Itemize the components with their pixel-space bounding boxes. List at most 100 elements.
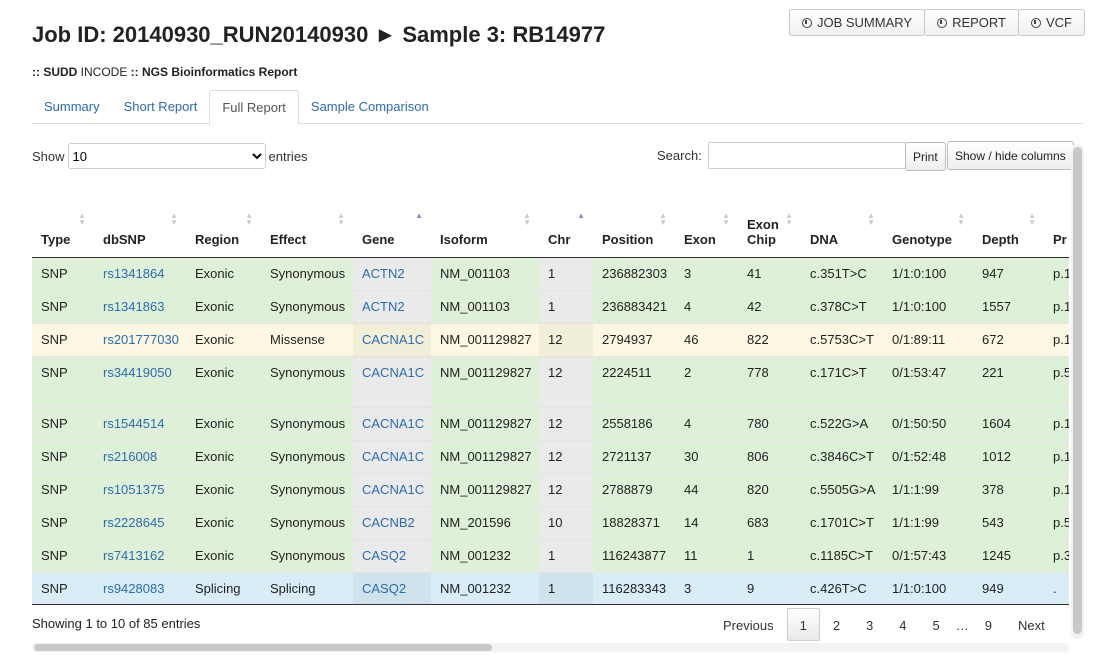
- link-gene[interactable]: CACNA1C: [353, 322, 431, 356]
- vertical-scrollbar-thumb[interactable]: [1073, 147, 1082, 634]
- link-gene[interactable]: CACNA1C: [353, 355, 431, 407]
- print-button[interactable]: Print: [905, 142, 946, 171]
- link-gene[interactable]: CACNB2: [353, 505, 431, 539]
- cell-type: SNP: [32, 439, 94, 473]
- cell-depth: 543: [973, 505, 1044, 539]
- link-gene[interactable]: CASQ2: [353, 571, 431, 604]
- search-label: Search:: [657, 148, 702, 163]
- cell-chr: 12: [539, 472, 593, 506]
- link-dbsnp[interactable]: rs216008: [94, 439, 186, 473]
- cell-chr: 12: [539, 406, 593, 440]
- column-header-genotype[interactable]: Genotype ▲ ▼: [883, 200, 973, 258]
- cell-exon: 4: [675, 406, 738, 440]
- link-dbsnp[interactable]: rs1051375: [94, 472, 186, 506]
- cell-dna: c.378C>T: [801, 289, 883, 323]
- horizontal-scrollbar[interactable]: [32, 643, 1069, 652]
- link-dbsnp[interactable]: rs1341864: [94, 256, 186, 290]
- column-header-effect[interactable]: Effect ▲ ▼: [261, 200, 353, 258]
- column-header-chr[interactable]: Chr ▲: [539, 200, 593, 258]
- next-page-button[interactable]: Next: [1005, 608, 1058, 641]
- cell-genotype: 1/1:0:100: [883, 571, 973, 604]
- link-dbsnp[interactable]: rs1544514: [94, 406, 186, 440]
- cell-depth: 1557: [973, 289, 1044, 323]
- tab-summary[interactable]: Summary: [32, 90, 112, 124]
- show-hide-columns-button[interactable]: Show / hide columns: [947, 141, 1074, 170]
- tab-sample-comparison[interactable]: Sample Comparison: [299, 90, 441, 124]
- column-header-dbsnp[interactable]: dbSNP ▲ ▼: [94, 200, 186, 258]
- link-dbsnp[interactable]: rs7413162: [94, 538, 186, 572]
- cell-depth: 947: [973, 256, 1044, 290]
- link-gene[interactable]: CACNA1C: [353, 406, 431, 440]
- horizontal-scrollbar-thumb[interactable]: [34, 644, 492, 651]
- page-button-2[interactable]: 2: [820, 608, 853, 641]
- cell-type: SNP: [32, 472, 94, 506]
- column-header-region[interactable]: Region ▲ ▼: [186, 200, 261, 258]
- cell-pr: p.1: [1044, 472, 1069, 506]
- vcf-button[interactable]: VCF: [1018, 9, 1085, 36]
- cell-depth: 672: [973, 322, 1044, 356]
- link-dbsnp[interactable]: rs201777030: [94, 322, 186, 356]
- column-header-depth[interactable]: Depth ▲ ▼: [973, 200, 1044, 258]
- column-header-exon-chip[interactable]: Exon Chip ▲ ▼: [738, 200, 801, 258]
- table-row: SNP rs201777030 Exonic Missense CACNA1C NM_00…: [32, 322, 1069, 356]
- subtitle-report-name: :: NGS Bioinformatics Report: [130, 65, 298, 79]
- tab-full-report[interactable]: Full Report: [209, 90, 299, 125]
- column-header-type[interactable]: Type ▲ ▼: [32, 200, 94, 258]
- cell-chr: 12: [539, 322, 593, 356]
- column-header-position[interactable]: Position ▲ ▼: [593, 200, 675, 258]
- page-subtitle: :: SUDD INCODE :: NGS Bioinformatics Rep…: [32, 65, 297, 79]
- link-dbsnp[interactable]: rs34419050: [94, 355, 186, 407]
- link-gene[interactable]: CASQ2: [353, 538, 431, 572]
- cell-region: Exonic: [186, 538, 261, 572]
- link-gene[interactable]: ACTN2: [353, 289, 431, 323]
- sort-both-icon: ▲ ▼: [659, 211, 667, 227]
- cell-dna: c.351T>C: [801, 256, 883, 290]
- previous-page-button[interactable]: Previous: [710, 608, 787, 641]
- column-header-label: Type: [41, 231, 71, 247]
- cell-exon-chip: 780: [738, 406, 801, 440]
- column-header-exon[interactable]: Exon ▲ ▼: [675, 200, 738, 258]
- cell-effect: Synonymous: [261, 355, 353, 407]
- report-button[interactable]: REPORT: [924, 9, 1019, 36]
- tab-short-report[interactable]: Short Report: [112, 90, 210, 124]
- cell-region: Exonic: [186, 322, 261, 356]
- cell-genotype: 1/1:1:99: [883, 472, 973, 506]
- subtitle-incode: INCODE: [77, 65, 131, 79]
- cell-dna: c.5505G>A: [801, 472, 883, 506]
- cell-position: 2794937: [593, 322, 675, 356]
- job-summary-button[interactable]: JOB SUMMARY: [788, 9, 926, 36]
- sort-both-icon: ▲ ▼: [1028, 211, 1036, 227]
- cell-isoform: NM_001129827: [431, 322, 539, 356]
- page-button-1[interactable]: 1: [786, 608, 820, 641]
- link-dbsnp[interactable]: rs2228645: [94, 505, 186, 539]
- page-button-9[interactable]: 9: [972, 608, 1005, 641]
- entries-select[interactable]: 10: [67, 143, 266, 169]
- search-control: Search:: [657, 142, 906, 169]
- link-dbsnp[interactable]: rs9428083: [94, 571, 186, 604]
- download-icon: [937, 17, 948, 28]
- link-gene[interactable]: CACNA1C: [353, 472, 431, 506]
- column-header-isoform[interactable]: Isoform ▲ ▼: [431, 200, 539, 258]
- vertical-scrollbar[interactable]: [1071, 144, 1084, 639]
- link-gene[interactable]: ACTN2: [353, 256, 431, 290]
- cell-depth: 378: [973, 472, 1044, 506]
- cell-pr: p.1:: [1044, 439, 1069, 473]
- link-gene[interactable]: CACNA1C: [353, 439, 431, 473]
- column-header-gene[interactable]: Gene ▲: [353, 200, 431, 258]
- column-header-pr[interactable]: Pr: [1044, 200, 1069, 258]
- search-input[interactable]: [707, 142, 906, 169]
- page-button-5[interactable]: 5: [920, 608, 953, 641]
- cell-depth: 1012: [973, 439, 1044, 473]
- page-title: Job ID: 20140930_RUN20140930 ► Sample 3:…: [32, 22, 606, 47]
- pagination: Previous 1 2 3 4 5 … 9 Next: [710, 608, 1058, 641]
- table-row: SNP rs9428083 Splicing Splicing CASQ2 NM_0012…: [32, 571, 1069, 604]
- sort-both-icon: ▲ ▼: [245, 211, 253, 227]
- page-button-3[interactable]: 3: [853, 608, 886, 641]
- cell-dna: c.5753C>T: [801, 322, 883, 356]
- column-header-dna[interactable]: DNA ▲ ▼: [801, 200, 883, 258]
- page-button-4[interactable]: 4: [886, 608, 919, 641]
- link-dbsnp[interactable]: rs1341863: [94, 289, 186, 323]
- cell-chr: 1: [539, 256, 593, 290]
- cell-effect: Synonymous: [261, 406, 353, 440]
- show-label: Show: [32, 148, 65, 164]
